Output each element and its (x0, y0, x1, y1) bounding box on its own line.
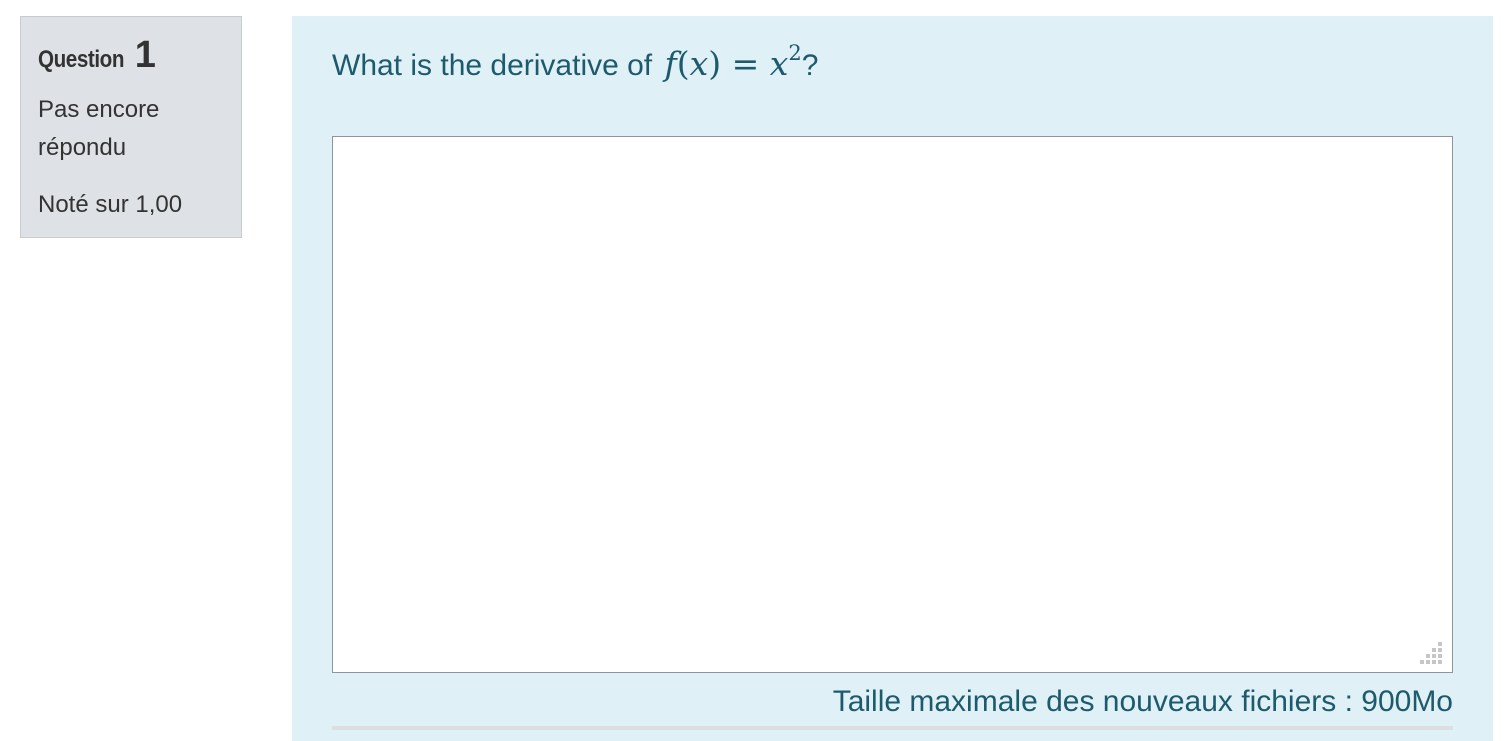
math-x: x (689, 44, 709, 83)
math-exponent: 2 (788, 41, 802, 65)
question-number-heading: Question 1 (38, 35, 224, 81)
question-state: Pas encore répondu (38, 96, 160, 161)
max-file-size-notice: Taille maximale des nouveaux fichiers : … (832, 685, 1453, 718)
math-f: f (664, 44, 677, 83)
math-close-paren: ) (708, 44, 722, 83)
question-number: 1 (134, 34, 156, 76)
question-grade: Noté sur 1,00 (38, 191, 183, 218)
question-info-panel: Question 1 Pas encore répondu Noté sur 1… (20, 16, 242, 238)
bottom-divider (332, 726, 1453, 730)
answer-editor[interactable] (332, 136, 1453, 673)
question-text-prefix: What is the derivative of (332, 49, 653, 82)
math-open-paren: ( (676, 44, 690, 83)
math-equals: = (731, 44, 760, 83)
math-base: x (769, 44, 789, 83)
resize-grip-icon[interactable] (1420, 642, 1444, 666)
question-text: What is the derivative of f(x) = x2? (332, 40, 818, 90)
question-label: Question (38, 46, 125, 73)
math-expression: f(x) = x2 (664, 41, 802, 84)
question-mark: ? (801, 49, 819, 82)
question-content: What is the derivative of f(x) = x2? Tai… (292, 16, 1493, 741)
